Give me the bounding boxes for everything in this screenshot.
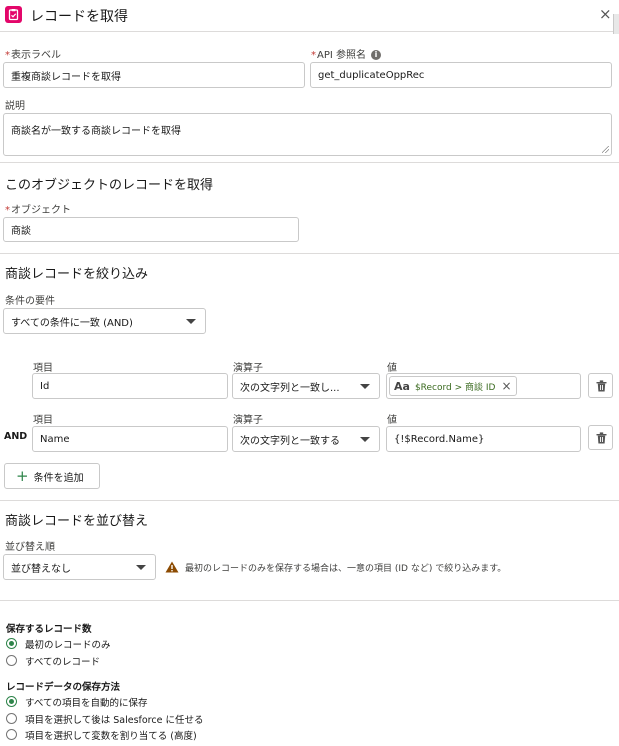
chevron-down-icon	[360, 384, 370, 389]
value-column-header: 値	[387, 363, 397, 374]
divider	[0, 162, 619, 163]
store-method-title: レコードデータの保存方法	[6, 682, 121, 693]
radio-choose-fields-salesforce[interactable]	[6, 713, 17, 724]
field-column-header: 項目	[33, 363, 53, 374]
condition-operator-select[interactable]: 次の文字列と一致する	[232, 426, 380, 452]
chevron-down-icon	[186, 319, 196, 324]
api-name-field-label: *API 参照名 i	[311, 46, 381, 61]
info-icon[interactable]: i	[371, 50, 381, 60]
sort-order-label: 並び替え順	[5, 542, 55, 553]
sort-order-value: 並び替えなし	[11, 563, 71, 575]
description-textarea[interactable]: 商談名が一致する商談レコードを取得	[3, 113, 612, 156]
text-resource-icon: Aa	[394, 379, 410, 393]
object-section-title: このオブジェクトのレコードを取得	[5, 178, 214, 193]
modal-title: レコードを取得	[30, 9, 128, 25]
label-field-label: *表示ラベル	[5, 50, 61, 61]
trash-icon	[596, 432, 607, 444]
sort-warning-text: 最初のレコードのみを保存する場合は、一意の項目 (ID など) で絞り込みます。	[185, 564, 507, 574]
add-condition-label: 条件を追加	[33, 472, 84, 484]
delete-condition-button[interactable]	[588, 425, 613, 450]
resource-pill-label: $Record > 商談 ID	[414, 382, 496, 393]
operator-column-header: 演算子	[233, 415, 263, 426]
condition-value-input[interactable]: {!$Record.Name}	[386, 426, 581, 452]
condition-requirement-select[interactable]: すべての条件に一致 (AND)	[3, 308, 206, 334]
description-label: 説明	[5, 101, 25, 112]
radio-first-record-only[interactable]	[6, 638, 17, 649]
store-count-title: 保存するレコード数	[6, 624, 92, 635]
value-column-header: 値	[387, 415, 397, 426]
radio-first-record-only-label: 最初のレコードのみ	[25, 640, 111, 651]
get-records-icon	[5, 6, 22, 23]
divider	[0, 500, 619, 501]
condition-field-input[interactable]: Id	[32, 373, 228, 399]
sort-order-select[interactable]: 並び替えなし	[3, 554, 156, 580]
sort-section-title: 商談レコードを並び替え	[5, 514, 149, 529]
label-input[interactable]: 重複商談レコードを取得	[3, 62, 305, 88]
radio-choose-fields-salesforce-label: 項目を選択して後は Salesforce に任せる	[25, 715, 204, 726]
radio-choose-fields-variables-label: 項目を選択して変数を割り当てる (高度)	[25, 731, 197, 742]
operator-column-header: 演算子	[233, 363, 263, 374]
chevron-down-icon	[136, 565, 146, 570]
plus-icon: +	[16, 466, 29, 485]
condition-value-input[interactable]: Aa $Record > 商談 ID ×	[386, 373, 581, 399]
condition-requirement-label: 条件の要件	[5, 296, 55, 307]
delete-condition-button[interactable]	[588, 373, 613, 398]
object-input[interactable]: 商談	[3, 217, 299, 242]
condition-operator-select[interactable]: 次の文字列と一致し...	[232, 373, 380, 399]
condition-field-input[interactable]: Name	[32, 426, 228, 452]
filter-section-title: 商談レコードを絞り込み	[5, 267, 149, 282]
and-connector: AND	[4, 431, 28, 442]
warning-icon	[165, 561, 179, 573]
scrollbar-edge[interactable]	[613, 14, 619, 34]
resource-pill[interactable]: Aa $Record > 商談 ID ×	[389, 376, 517, 396]
close-icon[interactable]: ×	[599, 5, 612, 23]
chevron-down-icon	[360, 437, 370, 442]
divider	[0, 600, 619, 601]
api-name-input[interactable]: get_duplicateOppRec	[310, 62, 612, 88]
radio-auto-store-all-fields-label: すべての項目を自動的に保存	[25, 698, 148, 709]
condition-requirement-value: すべての条件に一致 (AND)	[11, 317, 133, 329]
divider	[0, 253, 619, 254]
add-condition-button[interactable]: + 条件を追加	[4, 463, 100, 489]
field-column-header: 項目	[33, 415, 53, 426]
radio-auto-store-all-fields[interactable]	[6, 696, 17, 707]
trash-icon	[596, 380, 607, 392]
radio-all-records-label: すべてのレコード	[25, 657, 100, 668]
resize-handle-icon[interactable]	[602, 146, 609, 153]
operator-value: 次の文字列と一致し...	[240, 382, 340, 394]
remove-pill-icon[interactable]: ×	[501, 379, 511, 393]
object-field-label: *オブジェクト	[5, 205, 71, 216]
radio-all-records[interactable]	[6, 655, 17, 666]
operator-value: 次の文字列と一致する	[240, 435, 340, 447]
radio-choose-fields-variables[interactable]	[6, 729, 17, 740]
description-value: 商談名が一致する商談レコードを取得	[11, 126, 181, 137]
